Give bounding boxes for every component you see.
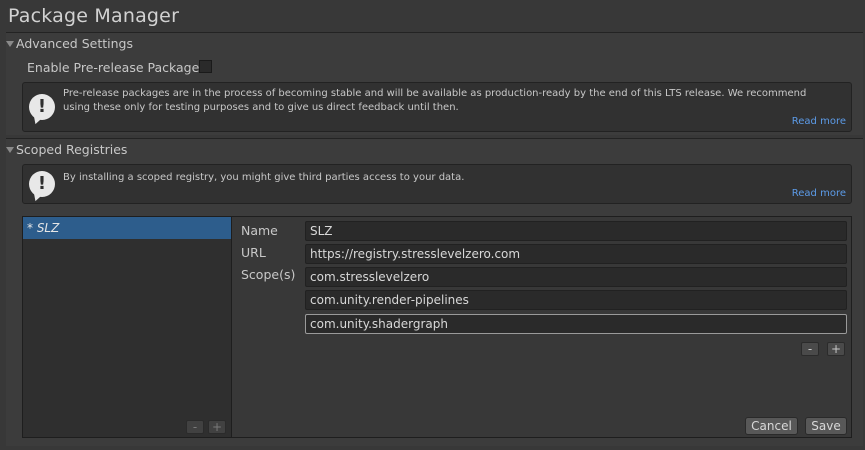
prerelease-label: Enable Pre-release Packages xyxy=(27,60,206,75)
registry-remove-button[interactable]: - xyxy=(186,420,204,434)
advanced-settings-foldout[interactable]: Advanced Settings xyxy=(6,36,133,51)
scopes-label: Scope(s) xyxy=(241,267,296,282)
scope-field[interactable]: com.unity.render-pipelines xyxy=(305,290,847,310)
scoped-registries-title: Scoped Registries xyxy=(16,142,128,157)
advanced-settings-title: Advanced Settings xyxy=(16,36,133,51)
scoped-read-more-link[interactable]: Read more xyxy=(792,188,846,199)
scoped-help-text: By installing a scoped registry, you mig… xyxy=(63,172,465,183)
url-label: URL xyxy=(241,245,266,260)
registry-add-button[interactable]: + xyxy=(208,420,226,434)
scoped-registries-foldout[interactable]: Scoped Registries xyxy=(6,142,127,157)
scope-remove-button[interactable]: - xyxy=(801,342,819,356)
foldout-arrow-icon xyxy=(6,41,14,47)
scope-field[interactable]: com.stresslevelzero xyxy=(305,267,847,287)
prerelease-read-more-link[interactable]: Read more xyxy=(792,116,846,127)
window-title: Package Manager xyxy=(8,5,180,27)
name-label: Name xyxy=(241,223,278,238)
prerelease-checkbox[interactable] xyxy=(199,60,212,73)
save-button[interactable]: Save xyxy=(805,417,847,435)
prerelease-help-text: Pre-release packages are in the process … xyxy=(63,88,807,113)
prerelease-help-box: ! Pre-release packages are in the proces… xyxy=(22,82,852,132)
warning-icon: ! xyxy=(29,171,55,203)
scoped-help-box: ! By installing a scoped registry, you m… xyxy=(22,164,852,204)
scope-add-button[interactable]: + xyxy=(827,342,845,356)
warning-icon: ! xyxy=(29,94,55,126)
url-field[interactable]: https://registry.stresslevelzero.com xyxy=(305,244,847,264)
name-field[interactable]: SLZ xyxy=(305,221,847,241)
registry-list-item[interactable]: * SLZ xyxy=(23,217,231,239)
cancel-button[interactable]: Cancel xyxy=(745,417,798,435)
registry-list: * SLZ - + xyxy=(22,216,232,438)
scope-field[interactable]: com.unity.shadergraph xyxy=(305,314,847,334)
foldout-arrow-icon xyxy=(6,147,14,153)
